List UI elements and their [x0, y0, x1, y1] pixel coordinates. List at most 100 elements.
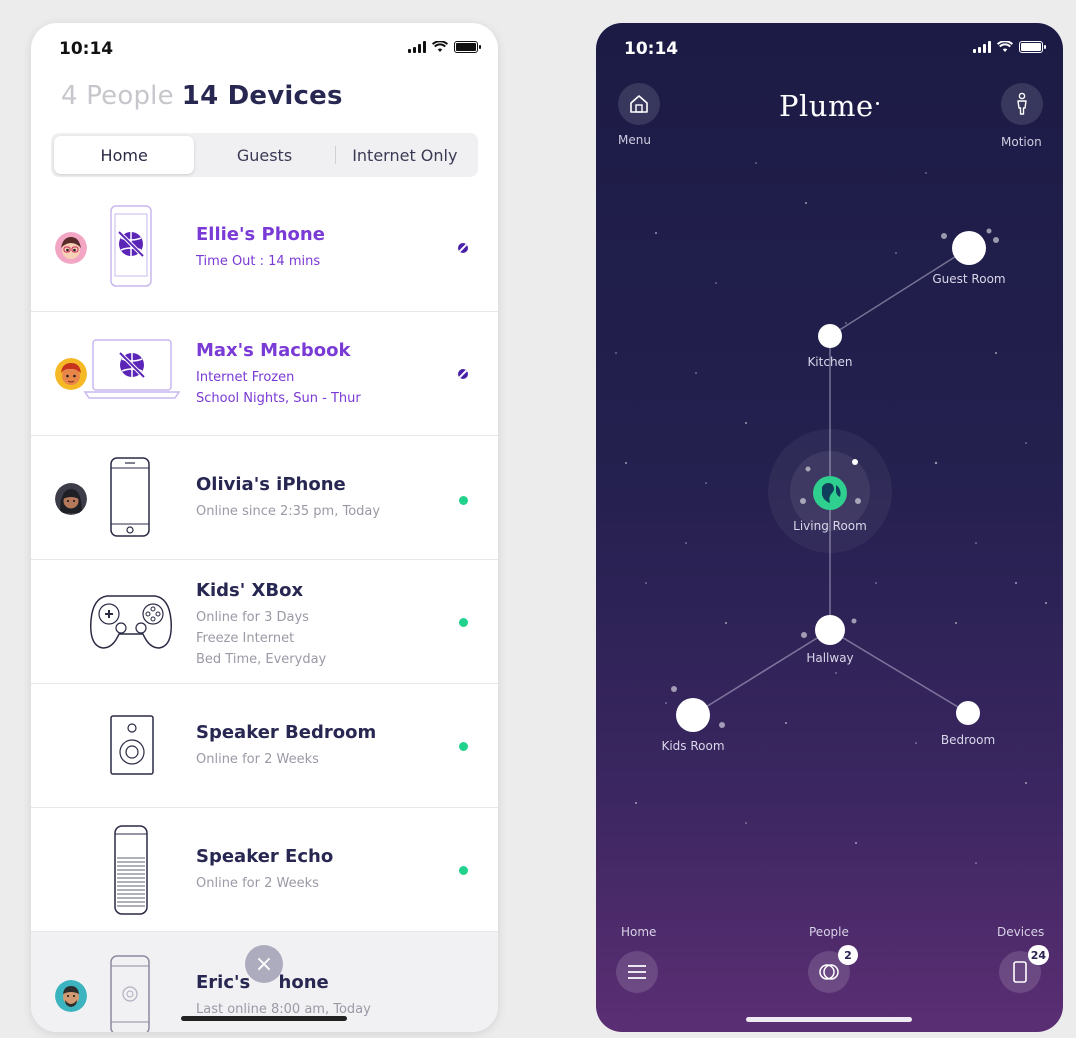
node-label: Hallway — [806, 651, 853, 665]
devices-screen: 10:14 4 People 14 Devices Home Guests Int… — [31, 23, 498, 1032]
page-title: 4 People 14 Devices — [61, 81, 343, 111]
man-avatar — [55, 980, 87, 1012]
status-icons — [408, 41, 481, 53]
online-status-icon — [459, 866, 468, 875]
plume-logo: Plume — [779, 89, 879, 123]
device-info: Max's Macbook Internet Frozen School Nig… — [196, 340, 361, 409]
device-row[interactable]: Olivia's iPhone Online since 2:35 pm, To… — [31, 436, 498, 560]
gamepad-icon — [89, 590, 173, 657]
network-segmented-control: Home Guests Internet Only — [51, 133, 478, 177]
device-status-text: Time Out : 14 mins — [196, 254, 321, 269]
girl-avatar — [55, 232, 87, 264]
device-name: Olivia's iPhone — [196, 474, 346, 495]
status-icons — [973, 41, 1046, 53]
menu-label: Menu — [618, 133, 651, 147]
wifi-icon — [997, 41, 1013, 52]
woman-avatar — [55, 483, 87, 515]
iphone-icon — [109, 954, 151, 1032]
tab-internet-only[interactable]: Internet Only — [334, 136, 475, 174]
echo-speaker-icon — [113, 824, 149, 921]
node-label: Bedroom — [941, 733, 995, 747]
device-row[interactable]: Kids' XBox Online for 3 Days Freeze Inte… — [31, 560, 498, 684]
device-info: Eric's hone Last online 8:00 am, Today — [196, 972, 371, 1020]
status-time: 10:14 — [59, 39, 114, 59]
device-row[interactable]: Ellie's Phone Time Out : 14 mins — [31, 188, 498, 312]
device-name: Ellie's Phone — [196, 224, 325, 245]
client-dot-bright — [852, 459, 858, 465]
people-nav-button[interactable]: 2 — [808, 945, 858, 993]
speaker-icon — [109, 714, 155, 781]
node-hallway — [815, 615, 845, 645]
device-info: Speaker Bedroom Online for 2 Weeks — [196, 722, 376, 770]
battery-icon — [454, 41, 481, 53]
people-count-link[interactable]: 4 People — [61, 81, 174, 111]
home-indicator[interactable] — [181, 1016, 347, 1021]
device-status-text: Online for 2 Weeks — [196, 752, 319, 767]
node-label: Guest Room — [932, 272, 1005, 286]
node-bedroom — [956, 701, 980, 725]
home-indicator[interactable] — [746, 1017, 912, 1022]
network-map-screen: Guest Room Kitchen Living Room Hallway K… — [596, 23, 1063, 1032]
node-guest-room — [952, 231, 986, 265]
devices-nav-label: Devices — [997, 925, 1045, 939]
node-label: Kitchen — [807, 355, 852, 369]
online-status-icon — [459, 742, 468, 751]
cellular-signal-icon — [408, 41, 426, 53]
device-schedule-text: Bed Time, Everyday — [196, 652, 327, 667]
cellular-signal-icon — [973, 41, 991, 53]
status-bar: 10:14 — [596, 23, 1063, 73]
people-icon — [819, 964, 839, 980]
hamburger-icon — [628, 965, 646, 979]
tab-guests[interactable]: Guests — [194, 136, 334, 174]
person-motion-icon — [1017, 92, 1027, 115]
home-nav-button[interactable] — [616, 951, 658, 993]
device-status-text: Online since 2:35 pm, Today — [196, 504, 381, 519]
motion-button[interactable] — [1001, 83, 1043, 125]
status-time: 10:14 — [624, 39, 679, 59]
phone-blocked-icon — [109, 204, 153, 293]
device-rule-text: Freeze Internet — [196, 631, 295, 646]
device-info: Speaker Echo Online for 2 Weeks — [196, 846, 333, 894]
device-schedule-text: School Nights, Sun - Thur — [196, 391, 361, 406]
home-icon — [630, 95, 648, 113]
device-phone-icon — [1013, 961, 1027, 983]
devices-nav-button[interactable]: 24 — [999, 945, 1049, 993]
menu-button[interactable] — [618, 83, 660, 125]
device-name: Kids' XBox — [196, 580, 304, 601]
device-name: Eric's hone — [196, 972, 329, 993]
device-row[interactable]: Speaker Echo Online for 2 Weeks — [31, 808, 498, 932]
devices-count-badge: 24 — [1027, 945, 1049, 965]
motion-label: Motion — [1001, 135, 1042, 149]
close-button[interactable]: × — [245, 945, 283, 983]
node-kitchen — [818, 324, 842, 348]
device-status-text: Internet Frozen — [196, 370, 295, 385]
laptop-blocked-icon — [83, 336, 181, 407]
iphone-icon — [109, 456, 151, 543]
device-name: Speaker Echo — [196, 846, 334, 867]
home-nav-label: Home — [621, 925, 657, 939]
device-row[interactable]: Speaker Bedroom Online for 2 Weeks — [31, 684, 498, 808]
wifi-icon — [432, 41, 448, 52]
device-name: Max's Macbook — [196, 340, 351, 361]
tab-home[interactable]: Home — [54, 136, 195, 174]
devices-count-title: 14 Devices — [181, 81, 343, 111]
device-list: Ellie's Phone Time Out : 14 mins Max's M… — [31, 188, 498, 1032]
device-info: Kids' XBox Online for 3 Days Freeze Inte… — [196, 580, 326, 670]
network-constellation: Guest Room Kitchen Living Room Hallway K… — [615, 162, 1047, 864]
node-kids-room — [676, 698, 710, 732]
device-row[interactable]: Max's Macbook Internet Frozen School Nig… — [31, 312, 498, 436]
battery-icon — [1019, 41, 1046, 53]
device-name: Speaker Bedroom — [196, 722, 377, 743]
status-bar: 10:14 — [31, 23, 498, 73]
people-nav-label: People — [809, 925, 849, 939]
online-status-icon — [459, 618, 468, 627]
device-info: Olivia's iPhone Online since 2:35 pm, To… — [196, 474, 380, 522]
node-label: Living Room — [793, 519, 867, 533]
paused-status-icon — [458, 243, 468, 253]
device-info: Ellie's Phone Time Out : 14 mins — [196, 224, 325, 272]
node-label: Kids Room — [661, 739, 724, 753]
device-status-text: Online for 3 Days — [196, 610, 309, 625]
device-status-text: Online for 2 Weeks — [196, 876, 319, 891]
paused-status-icon — [458, 369, 468, 379]
online-status-icon — [459, 496, 468, 505]
